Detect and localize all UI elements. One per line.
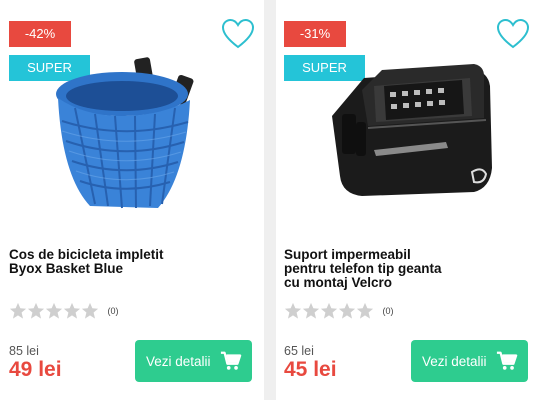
view-details-label: Vezi detalii (146, 353, 211, 369)
current-price: 45 lei (284, 358, 337, 381)
cart-icon (496, 350, 518, 372)
star-icon (63, 302, 81, 320)
product-image[interactable] (324, 56, 500, 216)
star-icon (302, 302, 320, 320)
rating-stars: (0) (9, 302, 118, 322)
product-title[interactable]: Cos de bicicleta impletit Byox Basket Bl… (9, 248, 179, 276)
view-details-button[interactable]: Vezi detalii (411, 340, 528, 382)
star-icon (284, 302, 302, 320)
product-image[interactable] (40, 46, 220, 216)
current-price: 49 lei (9, 358, 62, 381)
star-icon (356, 302, 374, 320)
heart-icon[interactable] (496, 18, 530, 50)
rating-count: (0) (382, 306, 394, 316)
star-icon (9, 302, 27, 320)
star-icon (27, 302, 45, 320)
star-icon (320, 302, 338, 320)
discount-badge: -42% (9, 21, 71, 47)
star-icon (338, 302, 356, 320)
cart-icon (220, 350, 242, 372)
star-icon (45, 302, 63, 320)
old-price: 85 lei (9, 344, 39, 358)
product-card[interactable]: -42% SUPER PRET Cos de bicicleta impleti… (0, 0, 264, 400)
rating-count: (0) (107, 306, 119, 316)
product-card[interactable]: -31% SUPER PRET Suport impermeabil pentr… (276, 0, 533, 400)
view-details-button[interactable]: Vezi detalii (135, 340, 252, 382)
rating-stars: (0) (284, 302, 393, 322)
product-title[interactable]: Suport impermeabil pentru telefon tip ge… (284, 248, 454, 290)
star-icon (81, 302, 99, 320)
heart-icon[interactable] (221, 18, 255, 50)
discount-badge: -31% (284, 21, 346, 47)
old-price: 65 lei (284, 344, 314, 358)
view-details-label: Vezi detalii (422, 353, 487, 369)
